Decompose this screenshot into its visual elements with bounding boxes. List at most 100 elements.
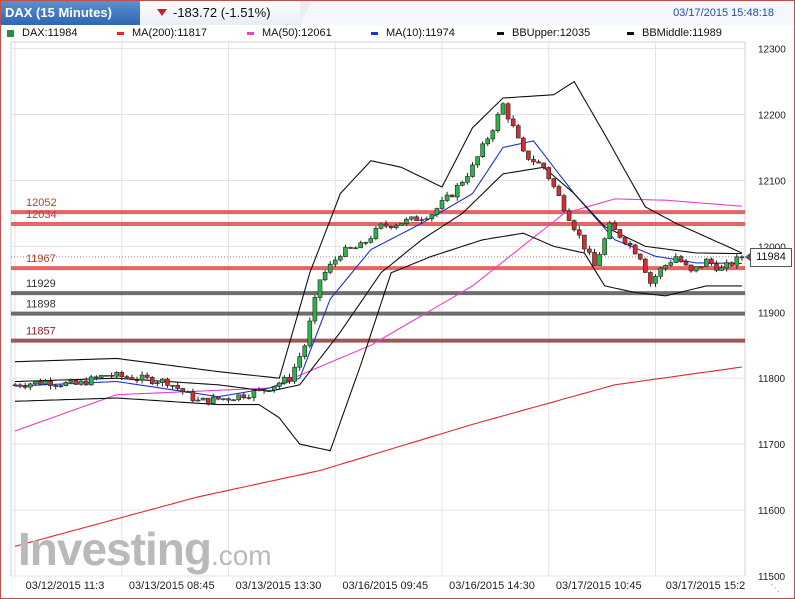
candle-body bbox=[587, 248, 592, 253]
resize-grip-icon[interactable]: ⋱ bbox=[770, 583, 780, 594]
candle-body bbox=[454, 184, 460, 198]
candle-body bbox=[378, 223, 384, 229]
candle-body bbox=[307, 320, 313, 347]
candle-body bbox=[12, 384, 18, 387]
candle-body bbox=[490, 130, 496, 140]
candle-body bbox=[439, 200, 445, 209]
candle-body bbox=[363, 242, 369, 244]
candle-body bbox=[297, 356, 302, 368]
candle-body bbox=[393, 224, 399, 228]
candle-body bbox=[282, 376, 287, 384]
candle-body bbox=[144, 374, 150, 378]
price-axis: 1150011600117001180011900120001210012200… bbox=[758, 45, 786, 583]
candle-body bbox=[94, 376, 99, 379]
candle-body bbox=[210, 396, 216, 404]
candle-body bbox=[149, 377, 155, 384]
level-label: 12034 bbox=[26, 209, 57, 221]
candle-body bbox=[556, 186, 562, 196]
level-label: 11929 bbox=[26, 278, 56, 290]
candle-body bbox=[322, 272, 328, 281]
candle-body bbox=[17, 384, 23, 387]
candle-body bbox=[231, 399, 236, 402]
candle-body bbox=[404, 218, 409, 224]
candle-body bbox=[348, 247, 353, 249]
candle-body bbox=[678, 256, 684, 263]
candle-body bbox=[648, 272, 653, 284]
candle-body bbox=[256, 389, 262, 391]
candle-body bbox=[739, 256, 745, 259]
candle-body bbox=[576, 229, 582, 236]
candle-body bbox=[68, 380, 74, 383]
y-tick-label: 11700 bbox=[758, 440, 786, 451]
candle-body bbox=[317, 279, 323, 298]
candle-body bbox=[536, 161, 541, 164]
candle-body bbox=[58, 385, 64, 387]
candle-body bbox=[444, 194, 450, 201]
candle-body bbox=[160, 378, 165, 383]
candle-body bbox=[526, 150, 531, 160]
candle-body bbox=[165, 378, 170, 386]
candle-body bbox=[637, 253, 643, 260]
candle-body bbox=[22, 385, 28, 388]
candle-body bbox=[622, 237, 628, 244]
y-tick-label: 11800 bbox=[758, 374, 786, 385]
candle-body bbox=[627, 242, 633, 246]
candle-body bbox=[546, 167, 552, 179]
candle-body bbox=[673, 256, 679, 263]
watermark-suffix: .com bbox=[210, 540, 272, 571]
candle-body bbox=[48, 380, 53, 386]
candle-body bbox=[643, 258, 648, 273]
candle-body bbox=[409, 216, 414, 220]
candle-body bbox=[698, 266, 704, 268]
candle-body bbox=[358, 242, 363, 249]
chart-grid bbox=[10, 41, 746, 577]
x-tick-label: 03/16/2015 09:45 bbox=[342, 580, 428, 592]
candle-body bbox=[155, 382, 160, 384]
candle-body bbox=[261, 389, 267, 391]
y-tick-label: 11500 bbox=[758, 572, 786, 583]
candle-body bbox=[521, 137, 526, 152]
candle-body bbox=[704, 258, 709, 267]
x-tick-label: 03/13/2015 08:45 bbox=[129, 580, 215, 592]
x-tick-label: 03/17/2015 10:45 bbox=[556, 580, 642, 592]
candle-body bbox=[724, 262, 729, 269]
candle-body bbox=[327, 263, 333, 273]
candle-body bbox=[216, 396, 221, 400]
candle-body bbox=[709, 258, 714, 265]
candle-body bbox=[729, 262, 735, 266]
candle-body bbox=[251, 390, 257, 398]
candle-body bbox=[129, 377, 135, 381]
level-label: 11857 bbox=[26, 326, 56, 338]
candle-body bbox=[480, 143, 485, 157]
candle-body bbox=[114, 372, 119, 377]
candle-body bbox=[338, 256, 343, 261]
candle-body bbox=[510, 118, 516, 126]
candle-body bbox=[38, 381, 43, 385]
candle-body bbox=[170, 384, 175, 387]
level-label: 11967 bbox=[26, 253, 56, 265]
plot-area bbox=[10, 41, 746, 577]
candle-body bbox=[505, 103, 511, 120]
candle-body bbox=[134, 379, 140, 382]
y-tick-label: 12200 bbox=[758, 111, 786, 122]
candle-body bbox=[119, 372, 125, 377]
candle-body bbox=[592, 252, 597, 266]
x-tick-label: 03/12/2015 11:3 bbox=[26, 580, 105, 592]
candle-body bbox=[531, 159, 536, 163]
candle-body bbox=[200, 397, 206, 401]
candle-body bbox=[551, 178, 557, 187]
candle-body bbox=[429, 214, 435, 220]
candle-body bbox=[597, 254, 602, 266]
y-tick-label: 12300 bbox=[758, 45, 786, 56]
candle-body bbox=[271, 386, 277, 391]
candle-body bbox=[668, 262, 674, 266]
candle-body bbox=[277, 382, 282, 387]
candle-body bbox=[475, 156, 480, 166]
candle-body bbox=[653, 276, 658, 284]
candle-body bbox=[83, 380, 89, 386]
candle-body bbox=[460, 181, 465, 186]
candle-body bbox=[221, 398, 226, 400]
candle-body bbox=[424, 218, 430, 221]
price-chart[interactable]: 1205212034 11967 11929 11898 11857 11500 1160… bbox=[0, 0, 795, 599]
candle-body bbox=[449, 194, 455, 198]
